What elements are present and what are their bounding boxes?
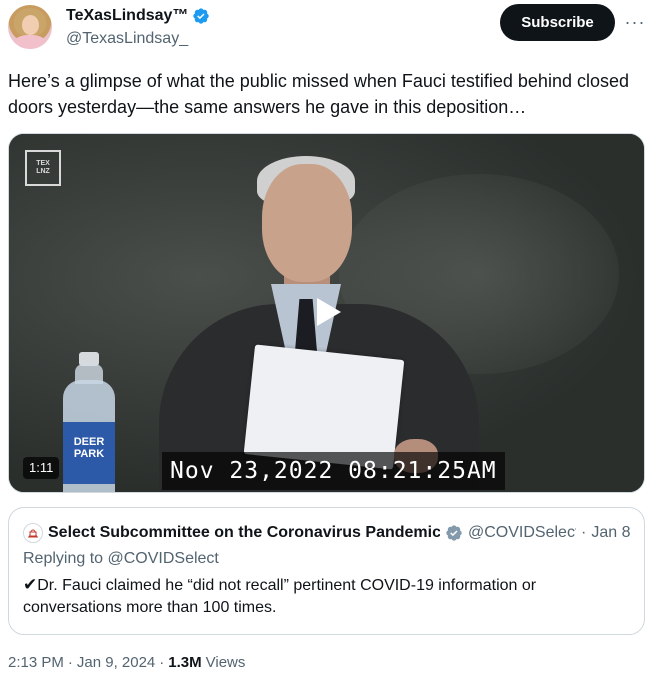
quoted-author-name[interactable]: Select Subcommittee on the Coronavirus P… bbox=[48, 524, 440, 542]
separator-dot: · bbox=[67, 654, 73, 671]
video-subject-head bbox=[262, 164, 352, 282]
video-timestamp-overlay: Nov 23,2022 08:21:25AM bbox=[162, 452, 505, 490]
separator-dot: · bbox=[581, 524, 587, 541]
replying-to-label[interactable]: Replying to @COVIDSelect bbox=[23, 550, 219, 568]
tweet-text: Here’s a glimpse of what the public miss… bbox=[8, 71, 629, 117]
capitol-seal-icon bbox=[28, 529, 38, 538]
government-badge-icon bbox=[446, 525, 462, 541]
author-avatar[interactable] bbox=[8, 5, 52, 49]
views-count[interactable]: 1.3M bbox=[168, 654, 201, 671]
paper-sheet bbox=[243, 344, 405, 470]
channel-watermark-logo: TEX LNZ bbox=[25, 150, 61, 186]
tweet-date[interactable]: Jan 9, 2024 bbox=[77, 654, 155, 671]
author-handle[interactable]: @TexasLindsay_ bbox=[66, 30, 188, 48]
video-player[interactable]: TEX LNZ DEER PARK Nov 23,2022 08:21:25AM… bbox=[8, 133, 645, 493]
tweet-meta: 2:13 PM · Jan 9, 2024 · 1.3M Views bbox=[8, 654, 245, 671]
author-name-row[interactable]: TeXasLindsay™ bbox=[66, 7, 210, 25]
quoted-tweet-text: ✔Dr. Fauci claimed he “did not recall” p… bbox=[23, 575, 537, 616]
subscribe-button[interactable]: Subscribe bbox=[500, 4, 615, 41]
quoted-author-avatar[interactable] bbox=[23, 523, 43, 543]
video-duration-badge: 1:11 bbox=[23, 457, 60, 479]
tweet-header: TeXasLindsay™ @TexasLindsay_ Subscribe ·… bbox=[0, 0, 651, 60]
check-mark-icon: ✔ bbox=[23, 575, 38, 594]
water-bottle: DEER PARK bbox=[61, 352, 117, 492]
play-icon[interactable] bbox=[309, 294, 345, 330]
tweet-time[interactable]: 2:13 PM bbox=[8, 654, 64, 671]
quoted-author-handle[interactable]: @COVIDSelect bbox=[468, 524, 576, 542]
quoted-tweet-date[interactable]: Jan 8 bbox=[591, 524, 630, 542]
more-options-icon[interactable]: ··· bbox=[624, 12, 646, 32]
quoted-tweet-header: Select Subcommittee on the Coronavirus P… bbox=[23, 523, 635, 543]
bottle-label: DEER PARK bbox=[63, 422, 115, 484]
author-display-name[interactable]: TeXasLindsay™ bbox=[66, 7, 188, 25]
separator-dot: · bbox=[159, 654, 165, 671]
quoted-tweet[interactable]: Select Subcommittee on the Coronavirus P… bbox=[8, 507, 645, 635]
views-label: Views bbox=[205, 654, 246, 671]
verified-badge-icon bbox=[193, 8, 210, 24]
